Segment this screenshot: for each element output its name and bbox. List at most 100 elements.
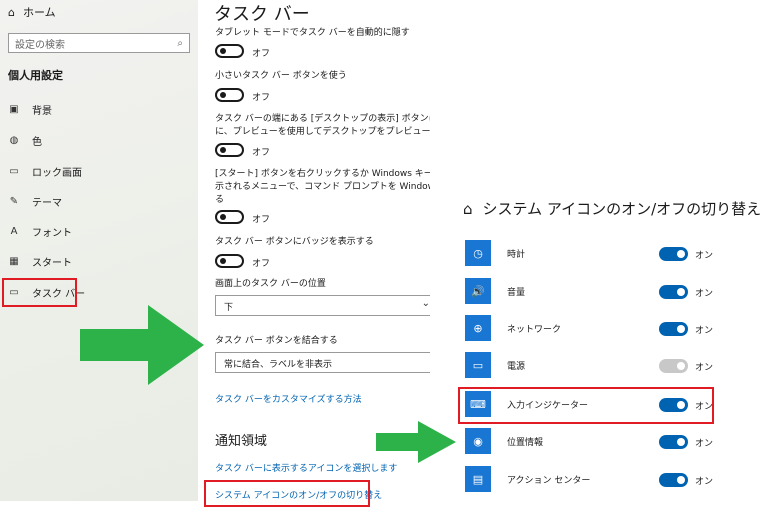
sidebar-item-font[interactable]: A フォント <box>8 223 72 239</box>
sidebar-item-label: ロック画面 <box>32 167 82 179</box>
position-dropdown[interactable]: 下 ⌄ <box>215 295 430 316</box>
toggle-knob <box>677 438 685 446</box>
toggle-state: オン <box>695 363 714 373</box>
position-label: 画面上のタスク バーの位置 <box>215 279 326 289</box>
toggle-state: オン <box>695 439 714 449</box>
toggle-state: オフ <box>252 93 271 103</box>
setting-label: [スタート] ボタンを右クリックするか Windows キー + X キー <box>215 169 430 179</box>
home-label: ホーム <box>22 6 56 19</box>
setting-label: に、プレビューを使用してデスクトップをプレビューする <box>215 127 430 137</box>
row-label: ネットワーク <box>507 325 562 335</box>
row-label: アクション センター <box>507 476 591 486</box>
powershell-toggle[interactable] <box>215 210 244 224</box>
taskbar-highlight-box <box>2 278 77 307</box>
toggle-state: オン <box>695 326 714 336</box>
network-icon: ⊕ <box>465 315 491 341</box>
green-arrow-right-icon <box>376 421 456 463</box>
sidebar-item-label: スタート <box>32 257 72 269</box>
toggle-state: オフ <box>252 49 271 59</box>
search-placeholder: 設定の検索 <box>15 39 65 51</box>
dropdown-value: 常に結合、ラベルを非表示 <box>224 360 333 370</box>
toggle-state: オフ <box>252 259 271 269</box>
sidebar-item-lock-screen[interactable]: ▭ ロック画面 <box>8 163 82 179</box>
badges-toggle[interactable] <box>215 254 244 268</box>
volume-toggle[interactable] <box>659 285 688 299</box>
clock-toggle[interactable] <box>659 247 688 261</box>
toggle-state: オン <box>695 289 714 299</box>
system-icon-row: ▭ 電源 オン <box>465 352 765 380</box>
toggle-knob <box>677 362 685 370</box>
toggle-knob <box>677 250 685 258</box>
toggle-knob <box>220 258 226 264</box>
home-icon[interactable]: ⌂ <box>463 200 473 218</box>
theme-icon: ✎ <box>9 195 19 207</box>
volume-icon: 🔊 <box>465 278 491 304</box>
lock-screen-icon: ▭ <box>9 165 19 177</box>
search-input[interactable]: 設定の検索 ⌕ <box>8 33 190 53</box>
dropdown-value: 下 <box>224 303 234 313</box>
setting-label: タスク バー ボタンにバッジを表示する <box>215 237 374 247</box>
sidebar-item-start[interactable]: ▦ スタート <box>8 253 72 269</box>
sidebar-item-label: フォント <box>32 227 72 239</box>
row-label: 位置情報 <box>507 438 544 448</box>
peek-toggle[interactable] <box>215 143 244 157</box>
toggle-state: オン <box>695 251 714 261</box>
system-icon-row: ▤ アクション センター オン <box>465 466 765 494</box>
toggle-knob <box>220 214 226 220</box>
notification-area-title: 通知領域 <box>215 434 268 449</box>
row-label: 電源 <box>507 362 526 372</box>
location-toggle[interactable] <box>659 435 688 449</box>
power-toggle <box>659 359 688 373</box>
green-arrow-right-icon <box>80 305 204 385</box>
action-center-toggle[interactable] <box>659 473 688 487</box>
settings-sidebar: ⌂ ホーム 設定の検索 ⌕ 個人用設定 ▣ 背景 ◍ 色 ▭ ロック画面 ✎ テ… <box>0 0 198 501</box>
clock-icon: ◷ <box>465 240 491 266</box>
system-icons-panel: ⌂ システム アイコンのオン/オフの切り替え ◷ 時計 オン 🔊 音量 オン ⊕… <box>455 190 770 510</box>
select-icons-link[interactable]: タスク バーに表示するアイコンを選択します <box>215 461 397 474</box>
row-label: 音量 <box>507 288 526 298</box>
section-title: 個人用設定 <box>8 69 63 82</box>
system-icon-row: 🔊 音量 オン <box>465 278 765 306</box>
action-center-icon: ▤ <box>465 466 491 492</box>
sidebar-item-label: 背景 <box>32 105 52 117</box>
setting-label: 示されるメニューで、コマンド プロンプトを Windows PowerS <box>215 182 430 192</box>
setting-label: タブレット モードでタスク バーを自動的に隠す <box>215 28 410 38</box>
sidebar-item-background[interactable]: ▣ 背景 <box>8 101 52 117</box>
home-link[interactable]: ⌂ ホーム <box>8 4 56 20</box>
system-icons-header: ⌂ システム アイコンのオン/オフの切り替え <box>463 198 761 219</box>
combine-label: タスク バー ボタンを結合する <box>215 336 338 346</box>
home-icon: ⌂ <box>8 5 15 19</box>
toggle-knob <box>677 288 685 296</box>
customize-link[interactable]: タスク バーをカスタマイズする方法 <box>215 392 362 405</box>
start-icon: ▦ <box>9 255 19 267</box>
toggle-knob <box>220 147 226 153</box>
toggle-state: オフ <box>252 215 271 225</box>
system-icons-link-highlight-box <box>204 480 370 507</box>
system-icon-row: ◷ 時計 オン <box>465 240 765 268</box>
search-icon: ⌕ <box>177 37 183 49</box>
setting-label: 小さいタスク バー ボタンを使う <box>215 71 347 81</box>
network-toggle[interactable] <box>659 322 688 336</box>
palette-icon: ◍ <box>9 134 19 146</box>
page-title: タスク バー <box>214 4 310 25</box>
toggle-knob <box>677 476 685 484</box>
system-icon-row: ◉ 位置情報 オン <box>465 428 765 456</box>
sidebar-item-theme[interactable]: ✎ テーマ <box>8 193 62 209</box>
toggle-knob <box>677 325 685 333</box>
system-icons-title: システム アイコンのオン/オフの切り替え <box>482 200 762 218</box>
sidebar-item-label: テーマ <box>32 197 62 209</box>
input-indicator-highlight-box <box>458 387 714 424</box>
toggle-knob <box>220 92 226 98</box>
sidebar-item-color[interactable]: ◍ 色 <box>8 132 42 148</box>
small-buttons-toggle[interactable] <box>215 88 244 102</box>
combine-dropdown[interactable]: 常に結合、ラベルを非表示 <box>215 352 430 373</box>
toggle-state: オフ <box>252 148 271 158</box>
row-label: 時計 <box>507 250 526 260</box>
chevron-down-icon: ⌄ <box>421 298 430 309</box>
location-icon: ◉ <box>465 428 491 454</box>
system-icon-row: ⊕ ネットワーク オン <box>465 315 765 343</box>
auto-hide-tablet-toggle[interactable] <box>215 44 244 58</box>
toggle-knob <box>220 48 226 54</box>
image-icon: ▣ <box>9 103 19 115</box>
battery-icon: ▭ <box>465 352 491 378</box>
